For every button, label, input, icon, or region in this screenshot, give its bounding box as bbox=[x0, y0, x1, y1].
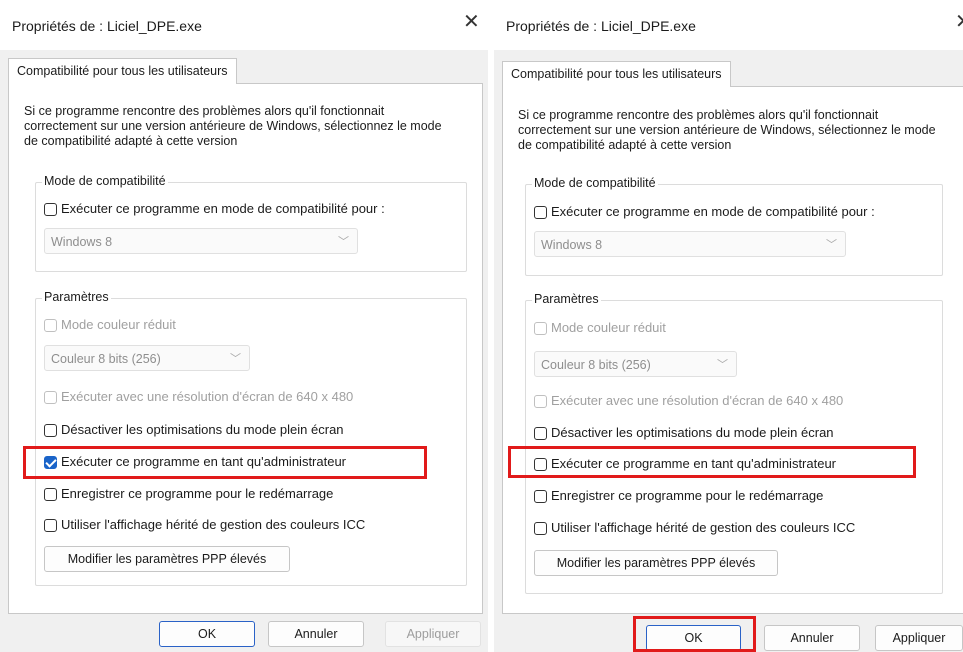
ok-button[interactable]: OK bbox=[159, 621, 255, 647]
legacy-icc-checkbox[interactable] bbox=[44, 519, 57, 532]
fullscreen-opt-checkbox[interactable] bbox=[44, 424, 57, 437]
change-dpi-button[interactable]: Modifier les paramètres PPP élevés bbox=[44, 546, 290, 572]
color-depth-value: Couleur 8 bits (256) bbox=[541, 358, 651, 372]
chevron-down-icon: ﹀ bbox=[826, 239, 837, 251]
legacy-icc-row[interactable]: Utiliser l'affichage hérité de gestion d… bbox=[534, 520, 855, 535]
properties-dialog-left: Propriétés de : Liciel_DPE.exe ✕ Compati… bbox=[0, 0, 488, 652]
highlight-box-ok bbox=[633, 616, 756, 652]
os-version-value: Windows 8 bbox=[51, 235, 113, 249]
highlight-box-run-as-admin bbox=[23, 446, 427, 479]
fullscreen-opt-label: Désactiver les optimisations du mode ple… bbox=[61, 422, 344, 437]
reduced-color-checkbox[interactable] bbox=[44, 319, 57, 332]
color-depth-select[interactable]: Couleur 8 bits (256) ﹀ bbox=[44, 345, 250, 371]
intro-text: Si ce programme rencontre des problèmes … bbox=[24, 104, 442, 148]
close-icon[interactable]: ✕ bbox=[463, 12, 480, 32]
compat-mode-group: Mode de compatibilité bbox=[525, 176, 943, 276]
run-in-compat-checkbox[interactable] bbox=[534, 206, 547, 219]
run-in-compat-checkbox-row[interactable]: Exécuter ce programme en mode de compati… bbox=[534, 204, 875, 219]
reduced-color-label: Mode couleur réduit bbox=[551, 320, 666, 335]
cancel-button[interactable]: Annuler bbox=[268, 621, 364, 647]
dialog-title: Propriétés de : Liciel_DPE.exe bbox=[506, 18, 696, 34]
chevron-down-icon: ﹀ bbox=[338, 236, 349, 248]
reduced-color-row[interactable]: Mode couleur réduit bbox=[44, 317, 176, 332]
legacy-icc-label: Utiliser l'affichage hérité de gestion d… bbox=[551, 520, 856, 535]
register-restart-label: Enregistrer ce programme pour le redémar… bbox=[61, 486, 334, 501]
chevron-down-icon: ﹀ bbox=[230, 353, 241, 365]
compat-mode-group-title: Mode de compatibilité bbox=[532, 176, 658, 190]
fullscreen-opt-checkbox[interactable] bbox=[534, 427, 547, 440]
apply-button[interactable]: Appliquer bbox=[385, 621, 481, 647]
fullscreen-opt-row[interactable]: Désactiver les optimisations du mode ple… bbox=[44, 422, 344, 437]
cancel-button[interactable]: Annuler bbox=[764, 625, 860, 651]
title-bar: Propriétés de : Liciel_DPE.exe ✕ bbox=[0, 0, 488, 50]
compat-mode-group: Mode de compatibilité bbox=[35, 174, 467, 272]
color-depth-value: Couleur 8 bits (256) bbox=[51, 352, 161, 366]
chevron-down-icon: ﹀ bbox=[717, 359, 728, 371]
register-restart-row[interactable]: Enregistrer ce programme pour le redémar… bbox=[534, 488, 823, 503]
intro-text: Si ce programme rencontre des problèmes … bbox=[518, 108, 936, 152]
resolution-label: Exécuter avec une résolution d'écran de … bbox=[551, 393, 844, 408]
highlight-box-run-as-admin bbox=[508, 446, 916, 478]
legacy-icc-checkbox[interactable] bbox=[534, 522, 547, 535]
run-in-compat-checkbox[interactable] bbox=[44, 203, 57, 216]
settings-group: Paramètres bbox=[35, 290, 467, 586]
dialog-title: Propriétés de : Liciel_DPE.exe bbox=[12, 18, 202, 34]
resolution-checkbox[interactable] bbox=[534, 395, 547, 408]
tab-compatibility-all-users[interactable]: Compatibilité pour tous les utilisateurs bbox=[8, 58, 237, 84]
resolution-row[interactable]: Exécuter avec une résolution d'écran de … bbox=[44, 389, 353, 404]
fullscreen-opt-label: Désactiver les optimisations du mode ple… bbox=[551, 425, 834, 440]
title-bar: Propriétés de : Liciel_DPE.exe ✕ bbox=[494, 0, 963, 50]
os-version-select[interactable]: Windows 8 ﹀ bbox=[44, 228, 358, 254]
reduced-color-row[interactable]: Mode couleur réduit bbox=[534, 320, 666, 335]
tab-compatibility-all-users[interactable]: Compatibilité pour tous les utilisateurs bbox=[502, 61, 731, 87]
resolution-label: Exécuter avec une résolution d'écran de … bbox=[61, 389, 354, 404]
reduced-color-label: Mode couleur réduit bbox=[61, 317, 176, 332]
run-in-compat-label: Exécuter ce programme en mode de compati… bbox=[61, 201, 385, 216]
settings-group-title: Paramètres bbox=[532, 292, 601, 306]
compat-mode-group-title: Mode de compatibilité bbox=[42, 174, 168, 188]
apply-button[interactable]: Appliquer bbox=[875, 625, 963, 651]
register-restart-checkbox[interactable] bbox=[44, 488, 57, 501]
register-restart-label: Enregistrer ce programme pour le redémar… bbox=[551, 488, 824, 503]
register-restart-row[interactable]: Enregistrer ce programme pour le redémar… bbox=[44, 486, 333, 501]
close-icon[interactable]: ✕ bbox=[955, 12, 963, 32]
legacy-icc-label: Utiliser l'affichage hérité de gestion d… bbox=[61, 517, 366, 532]
legacy-icc-row[interactable]: Utiliser l'affichage hérité de gestion d… bbox=[44, 517, 365, 532]
change-dpi-button[interactable]: Modifier les paramètres PPP élevés bbox=[534, 550, 778, 576]
os-version-select[interactable]: Windows 8 ﹀ bbox=[534, 231, 846, 257]
settings-group-title: Paramètres bbox=[42, 290, 111, 304]
properties-dialog-right: Propriétés de : Liciel_DPE.exe ✕ Compati… bbox=[494, 0, 963, 652]
reduced-color-checkbox[interactable] bbox=[534, 322, 547, 335]
register-restart-checkbox[interactable] bbox=[534, 490, 547, 503]
os-version-value: Windows 8 bbox=[541, 238, 603, 252]
resolution-row[interactable]: Exécuter avec une résolution d'écran de … bbox=[534, 393, 843, 408]
run-in-compat-checkbox-row[interactable]: Exécuter ce programme en mode de compati… bbox=[44, 201, 385, 216]
fullscreen-opt-row[interactable]: Désactiver les optimisations du mode ple… bbox=[534, 425, 834, 440]
color-depth-select[interactable]: Couleur 8 bits (256) ﹀ bbox=[534, 351, 737, 377]
run-in-compat-label: Exécuter ce programme en mode de compati… bbox=[551, 204, 875, 219]
resolution-checkbox[interactable] bbox=[44, 391, 57, 404]
